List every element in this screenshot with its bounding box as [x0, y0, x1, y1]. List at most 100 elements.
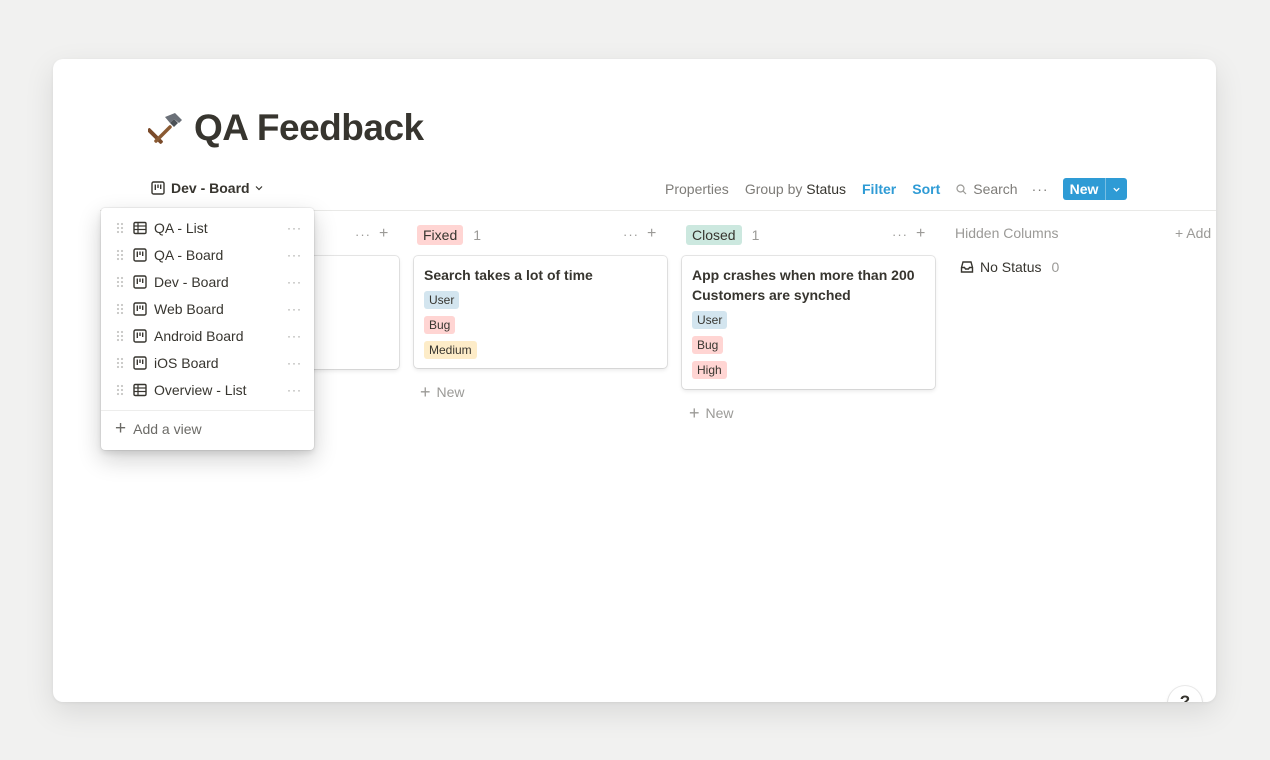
menu-divider [101, 410, 314, 411]
search-button[interactable]: Search [956, 181, 1018, 197]
status-badge: Closed [686, 225, 742, 245]
hammer-icon [148, 113, 182, 144]
chevron-down-icon [1113, 187, 1121, 192]
drag-handle-icon[interactable] [115, 275, 125, 289]
inbox-icon [960, 261, 974, 273]
new-button-group: New [1062, 178, 1128, 200]
more-options-button[interactable]: ··· [1032, 181, 1049, 197]
group-by-button[interactable]: Group by Status [745, 181, 846, 197]
sort-button[interactable]: Sort [912, 181, 940, 197]
group-by-prefix: Group by [744, 181, 803, 197]
hidden-columns-label: Hidden Columns [955, 225, 1059, 241]
view-menu-item-label: QA - List [154, 219, 208, 236]
column-count: 1 [473, 227, 482, 243]
board-card[interactable]: App crashes when more than 200 Customers… [682, 256, 935, 389]
view-menu-item[interactable]: QA - Board ··· [101, 241, 314, 268]
view-switcher-label: Dev - Board [171, 180, 250, 196]
view-item-more-button[interactable]: ··· [287, 356, 302, 370]
no-status-count: 0 [1051, 259, 1060, 275]
view-switcher[interactable]: Dev - Board [151, 180, 264, 196]
tag: Medium [424, 341, 477, 359]
search-icon [956, 183, 967, 194]
table-icon [133, 383, 147, 396]
board-icon [133, 247, 147, 262]
board-icon [133, 328, 147, 343]
view-menu-item[interactable]: Overview - List ··· [101, 376, 314, 403]
add-new-card-button[interactable]: + New [420, 382, 465, 402]
add-group-button[interactable]: + Add [1175, 225, 1211, 241]
page-title: QA Feedback [148, 107, 424, 149]
views-menu: QA - List ··· QA - Board ··· Dev - Board ··· W… [101, 208, 314, 450]
plus-icon: + [420, 382, 431, 402]
tag: Bug [692, 336, 724, 354]
view-menu-item[interactable]: iOS Board ··· [101, 349, 314, 376]
column-header-fixed: Fixed 1 [417, 225, 481, 245]
column-more-button[interactable]: ··· [892, 227, 908, 242]
tag: High [692, 361, 727, 379]
new-dropdown-button[interactable] [1105, 178, 1127, 200]
view-menu-item-label: Web Board [154, 300, 224, 317]
no-status-label: No Status [980, 259, 1042, 275]
drag-handle-icon[interactable] [115, 329, 125, 343]
no-status-group[interactable]: No Status 0 [960, 259, 1059, 275]
drag-handle-icon[interactable] [115, 248, 125, 262]
drag-handle-icon[interactable] [115, 383, 125, 397]
view-item-more-button[interactable]: ··· [287, 275, 302, 289]
drag-handle-icon[interactable] [115, 302, 125, 316]
view-item-more-button[interactable]: ··· [287, 302, 302, 316]
column-count: 1 [751, 227, 760, 243]
view-menu-item[interactable]: Web Board ··· [101, 295, 314, 322]
column-header-closed: Closed 1 [686, 225, 759, 245]
chevron-down-icon [255, 186, 263, 191]
status-badge: Fixed [417, 225, 464, 245]
add-view-label: Add a view [133, 421, 202, 437]
column-add-button[interactable]: + [916, 225, 925, 243]
view-menu-item-label: Dev - Board [154, 273, 229, 290]
column-more-button[interactable]: ··· [623, 227, 639, 242]
board-card[interactable]: Search takes a lot of time User Bug Medi… [414, 256, 667, 368]
new-button[interactable]: New [1063, 178, 1106, 200]
help-button[interactable]: ? [1168, 686, 1202, 702]
view-menu-item-label: iOS Board [154, 354, 219, 371]
view-menu-item-label: Overview - List [154, 381, 247, 398]
tag: User [424, 291, 460, 309]
view-item-more-button[interactable]: ··· [287, 329, 302, 343]
filter-button[interactable]: Filter [862, 181, 896, 197]
group-by-value: Status [806, 181, 846, 197]
board-icon [133, 274, 147, 289]
column-add-button[interactable]: + [647, 225, 656, 243]
column-actions: ··· + [623, 225, 656, 243]
tag: User [692, 311, 728, 329]
view-item-more-button[interactable]: ··· [287, 383, 302, 397]
add-view-button[interactable]: + Add a view [115, 418, 202, 439]
plus-icon: + [115, 418, 127, 439]
toolbar: Properties Group by Status Filter Sort S… [665, 178, 1128, 200]
drag-handle-icon[interactable] [115, 221, 125, 235]
column-more-button[interactable]: ··· [355, 227, 371, 242]
view-item-more-button[interactable]: ··· [287, 248, 302, 262]
table-icon [133, 221, 147, 234]
view-menu-item-label: Android Board [154, 327, 244, 344]
board-icon [151, 181, 165, 195]
board-icon [133, 301, 147, 316]
add-new-label: New [436, 384, 465, 400]
card-title: Search takes a lot of time [424, 267, 593, 283]
view-menu-item[interactable]: Dev - Board ··· [101, 268, 314, 295]
view-menu-item-label: QA - Board [154, 246, 224, 263]
column-actions: ··· + [355, 225, 388, 243]
search-label: Search [973, 181, 1018, 197]
card-title: App crashes when more than 200 Customers… [692, 267, 915, 303]
properties-button[interactable]: Properties [665, 181, 729, 197]
add-new-label: New [705, 405, 734, 421]
column-actions: ··· + [892, 225, 925, 243]
column-add-button[interactable]: + [379, 225, 388, 243]
view-item-more-button[interactable]: ··· [287, 221, 302, 235]
board-icon [133, 355, 147, 370]
page-title-text: QA Feedback [194, 107, 424, 148]
view-menu-item[interactable]: QA - List ··· [101, 214, 314, 241]
view-menu-item[interactable]: Android Board ··· [101, 322, 314, 349]
plus-icon: + [689, 403, 700, 423]
drag-handle-icon[interactable] [115, 356, 125, 370]
tag: Bug [424, 316, 456, 334]
add-new-card-button[interactable]: + New [689, 403, 734, 423]
